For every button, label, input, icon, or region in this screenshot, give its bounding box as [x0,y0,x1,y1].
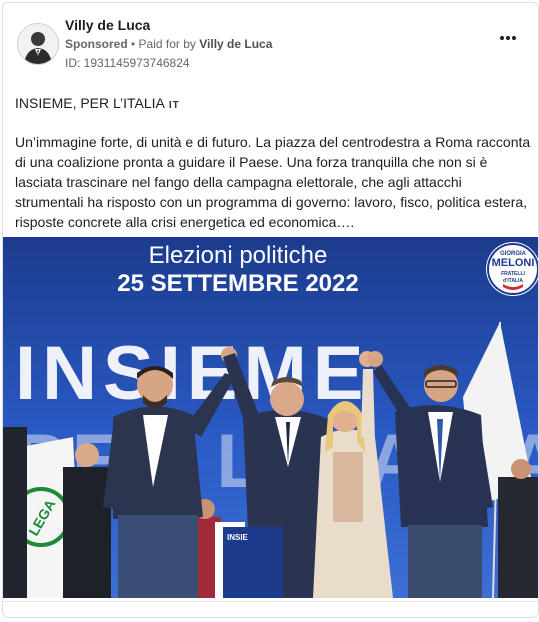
author-name[interactable]: Villy de Luca [65,17,150,33]
ad-id: ID: 1931145973746824 [65,56,190,70]
banner-line-2: 25 SETTEMBRE 2022 [117,270,358,297]
italy-flag-text: IT [168,100,180,111]
author-avatar[interactable] [17,23,59,65]
insieme-big-text: INSIEME [15,331,370,416]
avatar-portrait [18,24,58,64]
post-image[interactable]: Elezioni politiche 25 SETTEMBRE 2022 GIO… [3,237,538,598]
rally-photo: Elezioni politiche 25 SETTEMBRE 2022 GIO… [3,237,538,598]
more-options-button[interactable] [497,29,519,47]
podium-text: INSIE [227,533,249,542]
post-headline: INSIEME, PER L’ITALIA IT [15,95,180,111]
logo-sub1-text: FRATELLI [501,271,525,277]
headline-text: INSIEME, PER L’ITALIA [15,95,165,111]
payer-name[interactable]: Villy de Luca [199,37,272,51]
post-body-text: Un’immagine forte, di unità e di futuro.… [15,134,531,230]
more-dot-icon [500,36,504,40]
banner-line-1: Elezioni politiche [149,242,328,269]
sponsorship-meta: Sponsored • Paid for by Villy de Luca [65,37,272,51]
card-footer-divider [3,601,538,602]
logo-name-text: MELONI [492,257,535,269]
sponsored-post-card: Villy de Luca Sponsored • Paid for by Vi… [2,2,539,618]
sponsored-label: Sponsored [65,37,128,51]
party-logo: GIORGIA MELONI FRATELLI d'ITALIA [486,242,538,296]
more-dot-icon [512,36,516,40]
logo-sub2-text: d'ITALIA [503,278,523,284]
more-dot-icon [506,36,510,40]
paid-for-prefix: • Paid for by [127,37,200,51]
